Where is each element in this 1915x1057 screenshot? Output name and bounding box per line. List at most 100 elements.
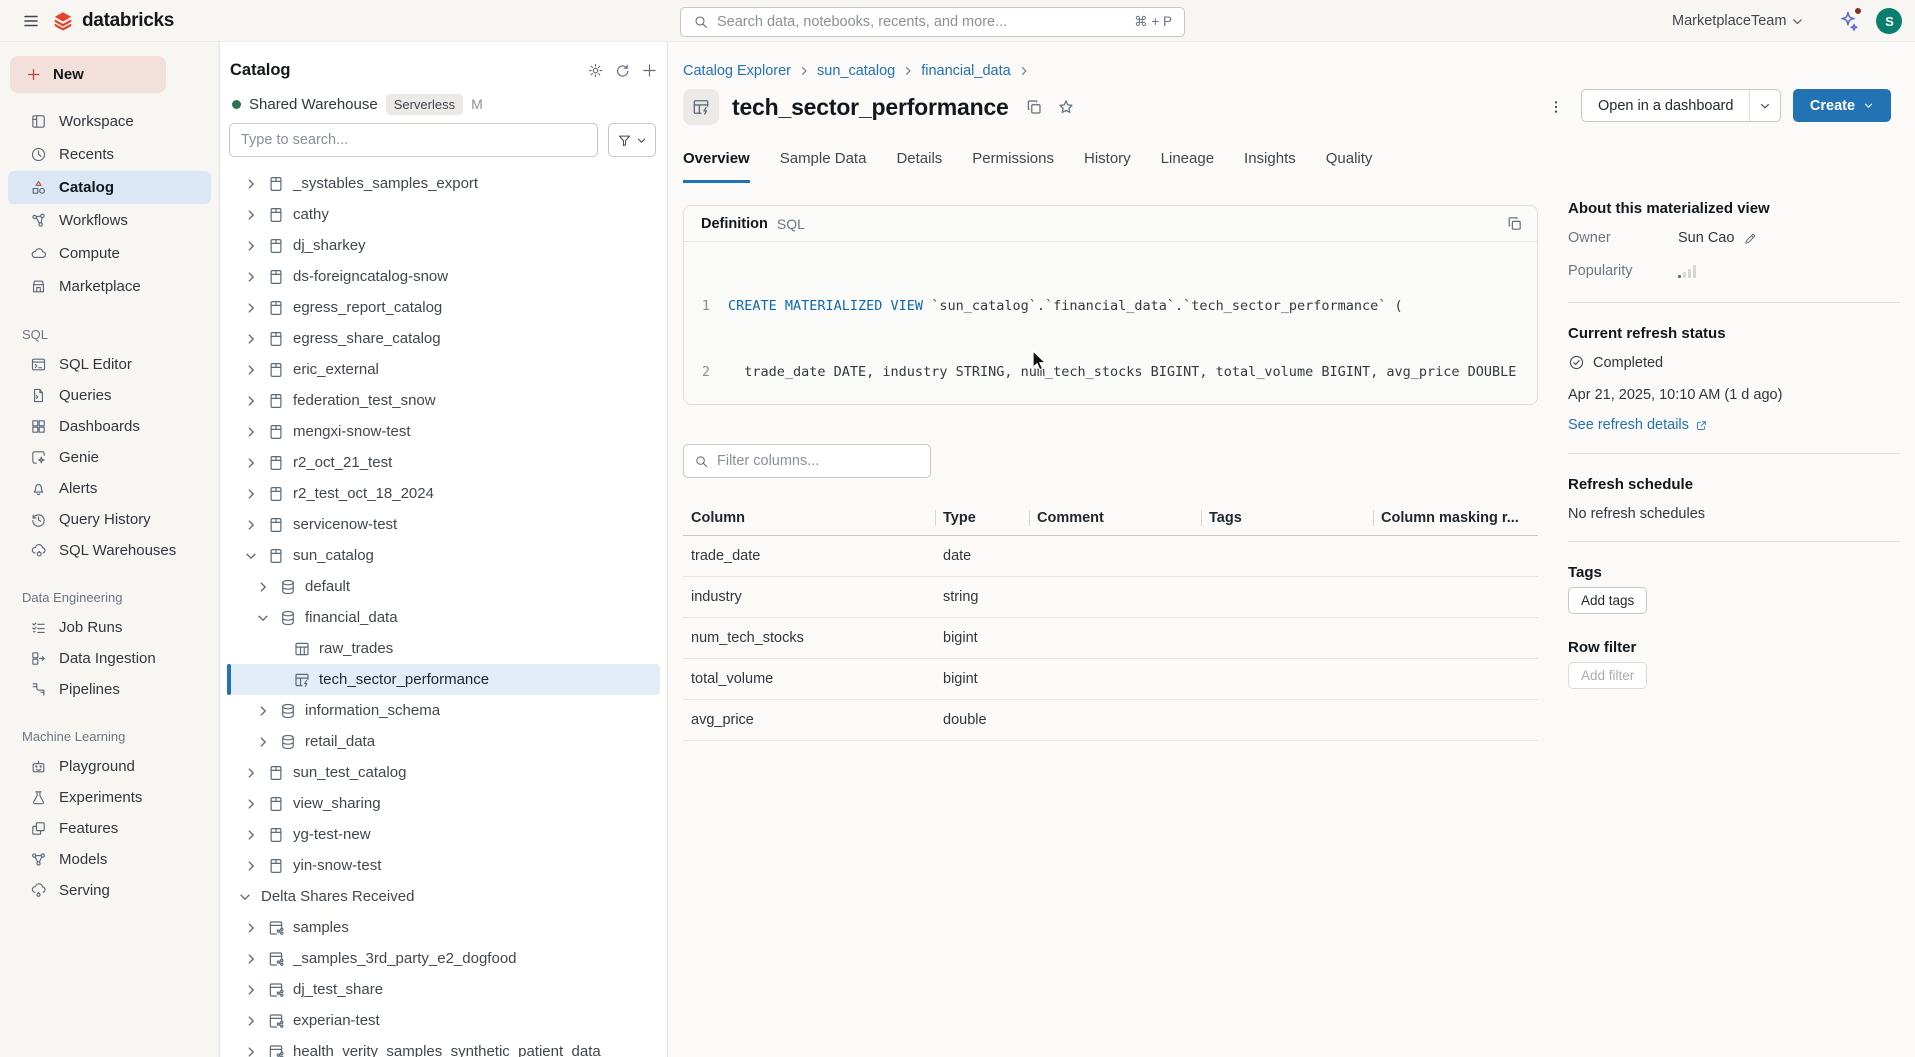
sidebar-item-workspace[interactable]: Workspace — [8, 105, 211, 138]
new-button[interactable]: New — [10, 56, 166, 93]
chevron-down-icon[interactable] — [238, 890, 252, 904]
sidebar-item-experiments[interactable]: Experiments — [8, 782, 211, 813]
tab-insights[interactable]: Insights — [1244, 150, 1296, 183]
add-tags-button[interactable]: Add tags — [1568, 587, 1647, 614]
breadcrumb-financial-data[interactable]: financial_data — [921, 63, 1011, 79]
databricks-logo[interactable]: databricks — [52, 10, 174, 32]
breadcrumb-catalog-explorer[interactable]: Catalog Explorer — [683, 63, 791, 79]
sidebar-item-features[interactable]: Features — [8, 813, 211, 844]
tree-section-delta-shares[interactable]: Delta Shares Received — [227, 881, 660, 912]
refresh-icon[interactable] — [614, 62, 631, 79]
chevron-right-icon[interactable] — [244, 1014, 258, 1028]
chevron-down-icon[interactable] — [256, 611, 270, 625]
chevron-right-icon[interactable] — [244, 518, 258, 532]
chevron-right-icon[interactable] — [244, 456, 258, 470]
gear-icon[interactable] — [587, 62, 604, 79]
chevron-right-icon[interactable] — [256, 704, 270, 718]
chevron-right-icon[interactable] — [244, 766, 258, 780]
tab-permissions[interactable]: Permissions — [972, 150, 1054, 183]
sidebar-item-queries[interactable]: Queries — [8, 380, 211, 411]
chevron-right-icon[interactable] — [244, 301, 258, 315]
more-actions-kebab[interactable] — [1543, 94, 1569, 120]
tree-item-catalog[interactable]: ds-foreigncatalog-snow — [227, 261, 660, 292]
tab-overview[interactable]: Overview — [683, 150, 750, 183]
chevron-right-icon[interactable] — [256, 735, 270, 749]
chevron-right-icon[interactable] — [244, 952, 258, 966]
tree-item-share[interactable]: health_verity_samples_synthetic_patient_… — [227, 1036, 660, 1057]
tree-item-catalog[interactable]: dj_sharkey — [227, 230, 660, 261]
assistant-sparkle-icon[interactable] — [1836, 9, 1860, 33]
tree-item-catalog[interactable]: servicenow-test — [227, 509, 660, 540]
sidebar-item-playground[interactable]: Playground — [8, 751, 211, 782]
chevron-right-icon[interactable] — [256, 580, 270, 594]
favorite-star-icon[interactable] — [1057, 98, 1075, 116]
sidebar-item-alerts[interactable]: Alerts — [8, 473, 211, 504]
tree-item-catalog[interactable]: _systables_samples_export — [227, 168, 660, 199]
tab-quality[interactable]: Quality — [1326, 150, 1373, 183]
tab-details[interactable]: Details — [896, 150, 942, 183]
workspace-switcher[interactable]: MarketplaceTeam — [1672, 13, 1804, 29]
tree-item-schema-expanded[interactable]: financial_data — [227, 602, 660, 633]
sidebar-item-recents[interactable]: Recents — [8, 138, 211, 171]
tree-item-share[interactable]: experian-test — [227, 1005, 660, 1036]
sidebar-item-workflows[interactable]: Workflows — [8, 204, 211, 237]
tab-sample-data[interactable]: Sample Data — [780, 150, 867, 183]
see-refresh-details-link[interactable]: See refresh details — [1568, 417, 1708, 433]
sidebar-item-query-history[interactable]: Query History — [8, 504, 211, 535]
chevron-right-icon[interactable] — [244, 177, 258, 191]
sidebar-item-data-ingestion[interactable]: Data Ingestion — [8, 643, 211, 674]
tree-item-materialized-view-selected[interactable]: tech_sector_performance — [227, 664, 660, 695]
tree-item-catalog-expanded[interactable]: sun_catalog — [227, 540, 660, 571]
chevron-right-icon[interactable] — [244, 394, 258, 408]
sidebar-item-sql-warehouses[interactable]: SQL Warehouses — [8, 535, 211, 566]
tree-item-catalog[interactable]: sun_test_catalog — [227, 757, 660, 788]
tree-item-catalog[interactable]: mengxi-snow-test — [227, 416, 660, 447]
chevron-right-icon[interactable] — [244, 983, 258, 997]
hamburger-menu-icon[interactable] — [22, 12, 40, 30]
tree-item-catalog[interactable]: egress_share_catalog — [227, 323, 660, 354]
chevron-right-icon[interactable] — [244, 270, 258, 284]
chevron-right-icon[interactable] — [244, 363, 258, 377]
tree-item-catalog[interactable]: cathy — [227, 199, 660, 230]
chevron-right-icon[interactable] — [244, 332, 258, 346]
add-filter-button[interactable]: Add filter — [1568, 662, 1647, 689]
chevron-down-icon[interactable] — [244, 549, 258, 563]
sidebar-item-models[interactable]: Models — [8, 844, 211, 875]
chevron-right-icon[interactable] — [244, 1045, 258, 1057]
breadcrumb-sun-catalog[interactable]: sun_catalog — [817, 63, 895, 79]
sidebar-item-compute[interactable]: Compute — [8, 237, 211, 270]
global-search-input[interactable]: Search data, notebooks, recents, and mor… — [680, 7, 1185, 37]
chevron-right-icon[interactable] — [244, 487, 258, 501]
catalog-search-input[interactable]: Type to search... — [229, 123, 598, 157]
tree-item-catalog[interactable]: yg-test-new — [227, 819, 660, 850]
filter-columns-input[interactable]: Filter columns... — [683, 444, 931, 478]
user-avatar[interactable]: S — [1876, 8, 1902, 34]
tree-item-catalog[interactable]: eric_external — [227, 354, 660, 385]
copy-sql-icon[interactable] — [1506, 215, 1523, 232]
tree-item-share[interactable]: _samples_3rd_party_e2_dogfood — [227, 943, 660, 974]
tree-item-catalog[interactable]: r2_oct_21_test — [227, 447, 660, 478]
sidebar-item-job-runs[interactable]: Job Runs — [8, 612, 211, 643]
sidebar-item-pipelines[interactable]: Pipelines — [8, 674, 211, 705]
chevron-right-icon[interactable] — [244, 921, 258, 935]
tree-item-share[interactable]: samples — [227, 912, 660, 943]
tree-item-schema[interactable]: retail_data — [227, 726, 660, 757]
sidebar-item-serving[interactable]: Serving — [8, 875, 211, 906]
tree-item-share[interactable]: dj_test_share — [227, 974, 660, 1005]
chevron-right-icon[interactable] — [244, 239, 258, 253]
edit-owner-pencil-icon[interactable] — [1743, 231, 1758, 246]
tab-lineage[interactable]: Lineage — [1161, 150, 1214, 183]
add-catalog-icon[interactable] — [641, 62, 658, 79]
tree-item-table[interactable]: raw_trades — [227, 633, 660, 664]
sidebar-item-genie[interactable]: Genie — [8, 442, 211, 473]
tree-item-catalog[interactable]: yin-snow-test — [227, 850, 660, 881]
sidebar-item-sql-editor[interactable]: SQL Editor — [8, 349, 211, 380]
tree-item-catalog[interactable]: egress_report_catalog — [227, 292, 660, 323]
tree-item-catalog[interactable]: view_sharing — [227, 788, 660, 819]
chevron-right-icon[interactable] — [244, 208, 258, 222]
chevron-right-icon[interactable] — [244, 425, 258, 439]
tree-item-catalog[interactable]: r2_test_oct_18_2024 — [227, 478, 660, 509]
chevron-right-icon[interactable] — [244, 859, 258, 873]
catalog-filter-button[interactable] — [608, 123, 656, 157]
tab-history[interactable]: History — [1084, 150, 1131, 183]
